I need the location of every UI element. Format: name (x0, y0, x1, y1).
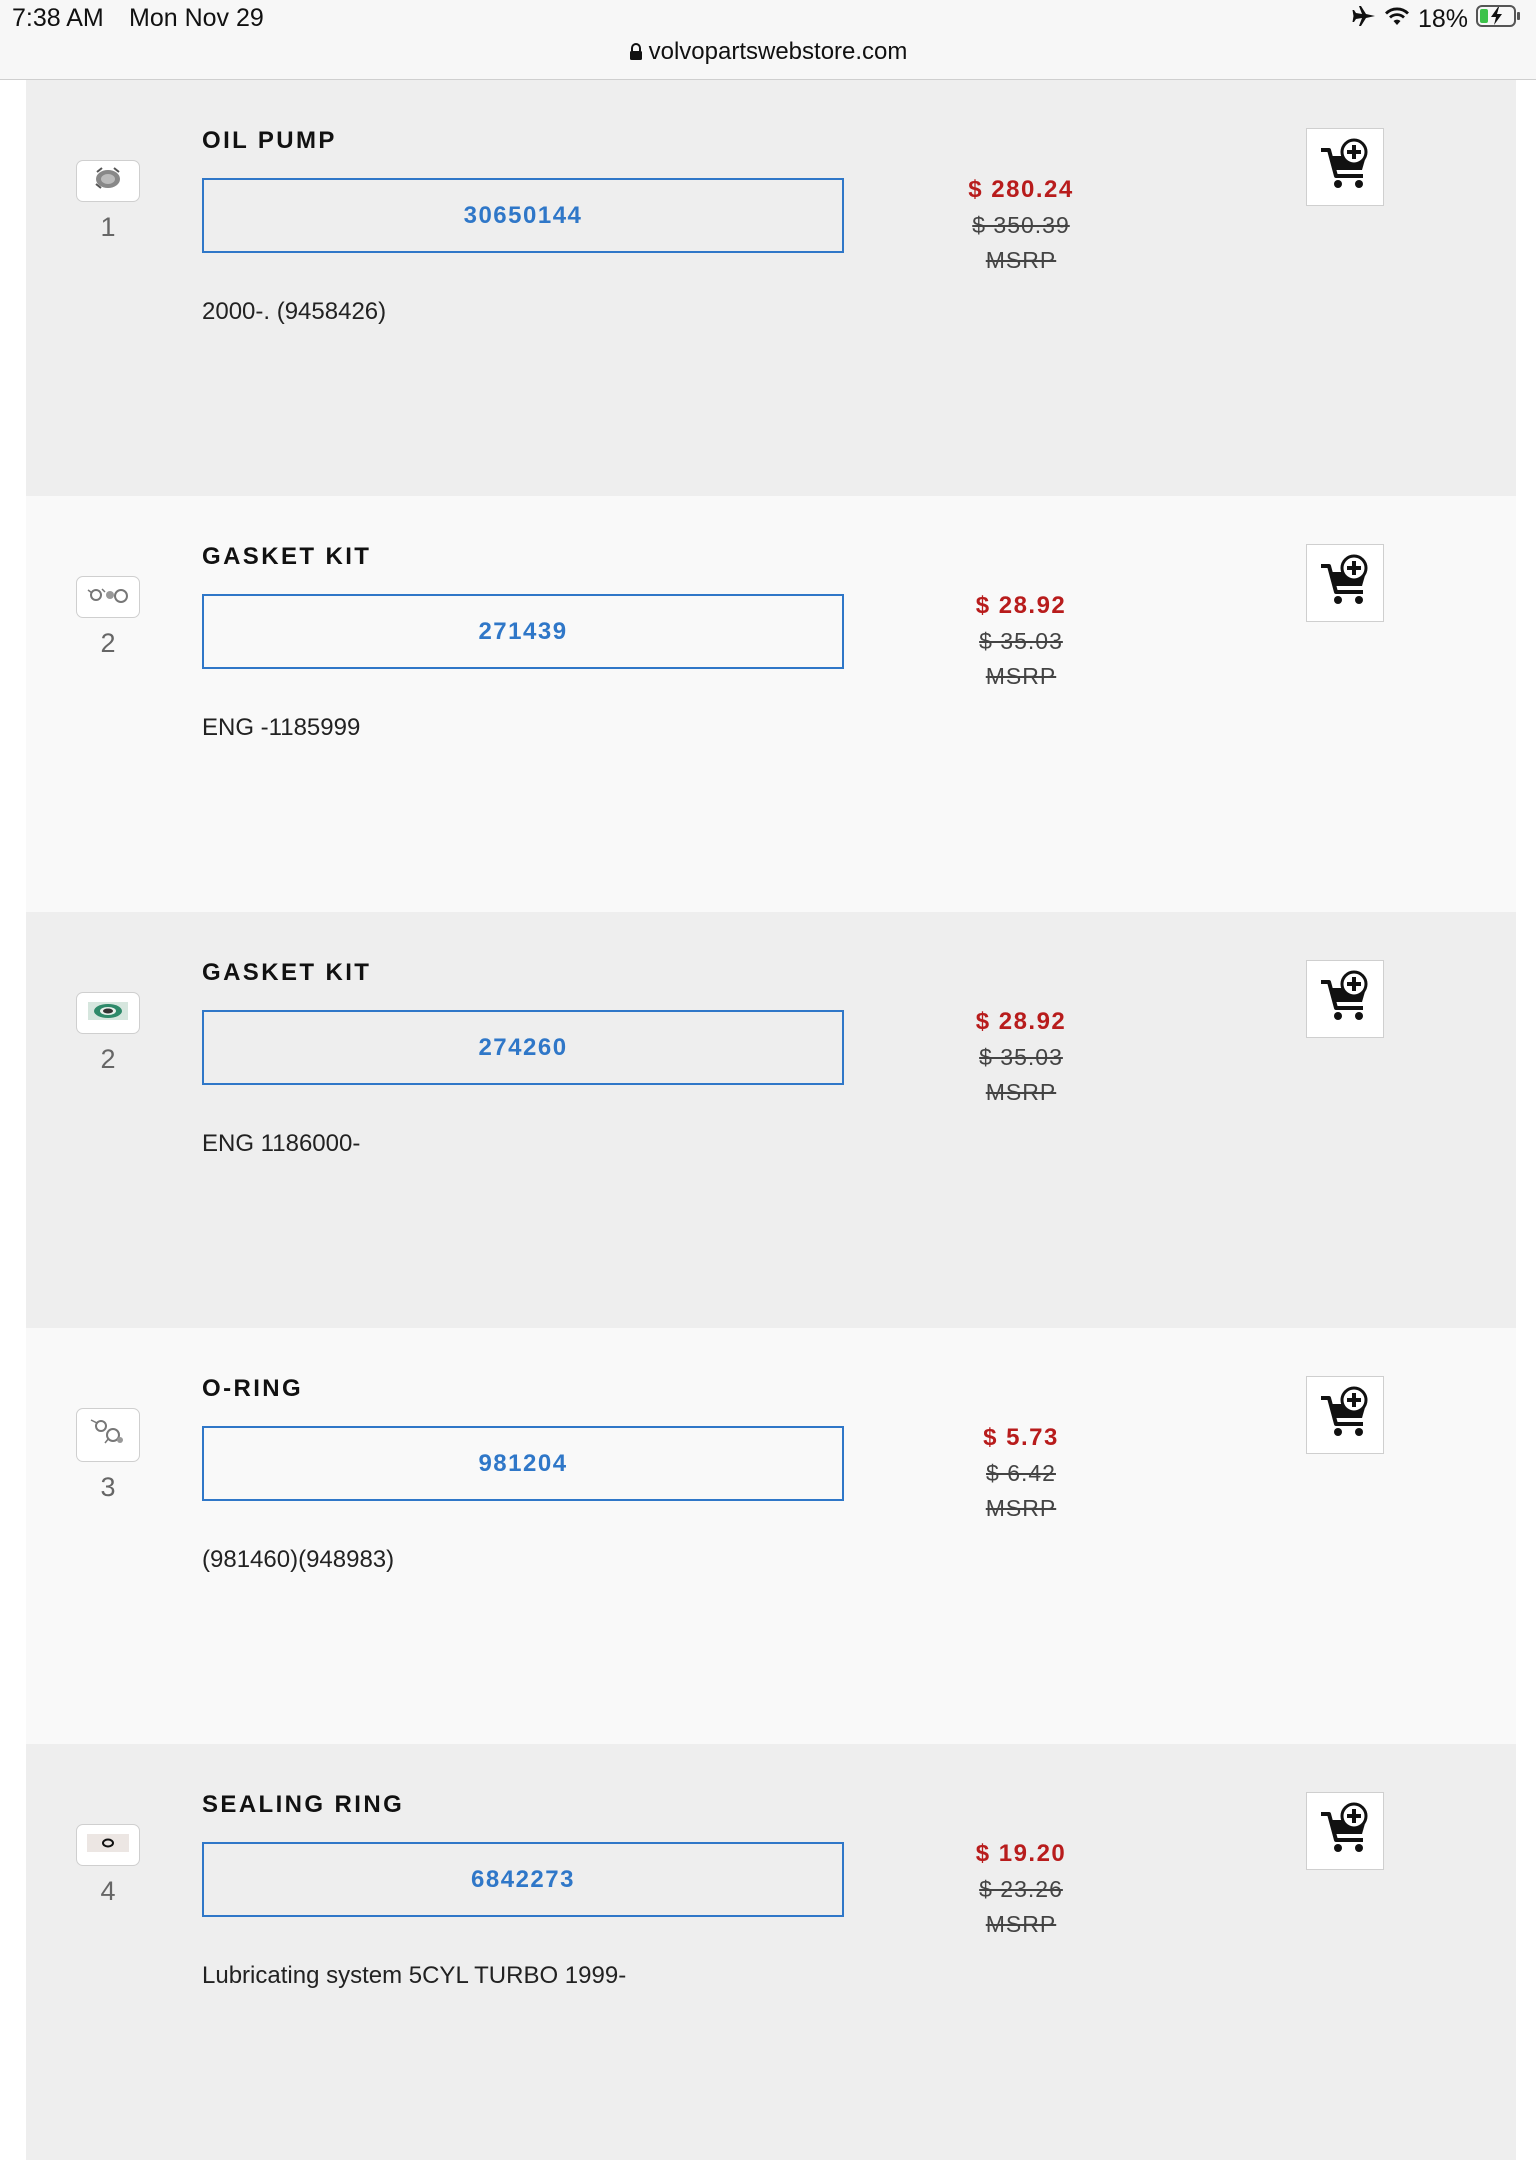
wifi-icon (1384, 5, 1410, 34)
battery-charging-icon (1476, 4, 1522, 35)
price-block: $ 19.20 $ 23.26 MSRP (896, 1840, 1146, 1938)
price-block: $ 28.92 $ 35.03 MSRP (896, 1008, 1146, 1106)
price-block: $ 280.24 $ 350.39 MSRP (896, 176, 1146, 274)
add-to-cart-button[interactable] (1306, 960, 1384, 1038)
sale-price: $ 280.24 (968, 176, 1074, 203)
part-title: OIL PUMP (202, 127, 337, 154)
add-to-cart-icon (1318, 1802, 1372, 1861)
add-to-cart-icon (1318, 554, 1372, 613)
add-to-cart-button[interactable] (1306, 1376, 1384, 1454)
o-ring-thumbnail-icon (88, 1416, 128, 1455)
part-title: GASKET KIT (202, 543, 372, 570)
part-row: 2 GASKET KIT 274260 ENG 1186000- $ 28.92… (26, 912, 1516, 1328)
battery-percent: 18% (1417, 5, 1468, 33)
reference-cell: 3 (76, 1408, 140, 1503)
add-to-cart-button[interactable] (1306, 544, 1384, 622)
reference-number: 2 (100, 1044, 116, 1074)
msrp-price: $ 350.39 (972, 212, 1070, 238)
msrp-price: $ 35.03 (979, 1044, 1063, 1070)
part-row: 1 OIL PUMP 30650144 2000-. (9458426) $ 2… (26, 80, 1516, 496)
url-text[interactable]: volvopartswebstore.com (649, 38, 908, 65)
reference-number: 1 (100, 212, 116, 242)
status-indicators: 18% (1352, 4, 1522, 35)
part-number-button[interactable]: 271439 (202, 594, 844, 669)
msrp-label: MSRP (985, 663, 1057, 689)
add-to-cart-icon (1318, 1386, 1372, 1445)
part-thumbnail[interactable] (76, 576, 140, 618)
reference-cell: 2 (76, 992, 140, 1075)
msrp-price: $ 35.03 (979, 628, 1063, 654)
add-to-cart-button[interactable] (1306, 128, 1384, 206)
part-title: GASKET KIT (202, 959, 372, 986)
msrp-label: MSRP (985, 1495, 1057, 1521)
add-to-cart-button[interactable] (1306, 1792, 1384, 1870)
part-number-button[interactable]: 274260 (202, 1010, 844, 1085)
reference-number: 3 (100, 1472, 116, 1502)
add-to-cart-icon (1318, 138, 1372, 197)
msrp-label: MSRP (985, 1911, 1057, 1937)
reference-cell: 2 (76, 576, 140, 659)
part-description: 2000-. (9458426) (202, 298, 387, 325)
lock-icon (629, 40, 643, 68)
oil-pump-thumbnail-icon (91, 164, 125, 199)
reference-cell: 1 (76, 160, 140, 243)
reference-number: 2 (100, 628, 116, 658)
status-time: 7:38 AM (12, 4, 104, 32)
part-thumbnail[interactable] (76, 992, 140, 1034)
sale-price: $ 28.92 (975, 1008, 1067, 1035)
part-row: 2 GASKET KIT 271439 ENG -1185999 $ 28.92… (26, 496, 1516, 912)
part-number-button[interactable]: 981204 (202, 1426, 844, 1501)
price-block: $ 28.92 $ 35.03 MSRP (896, 592, 1146, 690)
part-thumbnail[interactable] (76, 160, 140, 202)
part-thumbnail[interactable] (76, 1824, 140, 1866)
reference-number: 4 (100, 1876, 116, 1906)
part-title: O-RING (202, 1375, 304, 1402)
part-row: 3 O-RING 981204 (981460)(948983) $ 5.73 … (26, 1328, 1516, 1744)
sale-price: $ 19.20 (975, 1840, 1067, 1867)
msrp-label: MSRP (985, 1079, 1057, 1105)
address-bar[interactable]: volvopartswebstore.com (0, 38, 1536, 68)
part-number-button[interactable]: 6842273 (202, 1842, 844, 1917)
sealing-ring-thumbnail-icon (85, 1831, 131, 1860)
browser-top-bar: 7:38 AM Mon Nov 29 18% volvopartswebstor… (0, 0, 1536, 80)
price-block: $ 5.73 $ 6.42 MSRP (896, 1424, 1146, 1522)
airplane-mode-icon (1352, 5, 1376, 34)
gasket-ring-thumbnail-icon (86, 999, 130, 1028)
sale-price: $ 28.92 (975, 592, 1067, 619)
part-description: Lubricating system 5CYL TURBO 1999- (202, 1962, 627, 1989)
msrp-price: $ 6.42 (986, 1460, 1056, 1486)
part-description: (981460)(948983) (202, 1546, 395, 1573)
msrp-price: $ 23.26 (979, 1876, 1063, 1902)
part-description: ENG 1186000- (202, 1130, 361, 1157)
part-number-button[interactable]: 30650144 (202, 178, 844, 253)
part-description: ENG -1185999 (202, 714, 361, 741)
sale-price: $ 5.73 (983, 1424, 1059, 1451)
parts-list: 1 OIL PUMP 30650144 2000-. (9458426) $ 2… (26, 80, 1516, 2160)
part-thumbnail[interactable] (76, 1408, 140, 1462)
gasket-kit-thumbnail-icon (86, 584, 130, 611)
part-row: 4 SEALING RING 6842273 Lubricating syste… (26, 1744, 1516, 2160)
part-title: SEALING RING (202, 1791, 405, 1818)
status-date: Mon Nov 29 (129, 4, 264, 32)
msrp-label: MSRP (985, 247, 1057, 273)
reference-cell: 4 (76, 1824, 140, 1907)
add-to-cart-icon (1318, 970, 1372, 1029)
